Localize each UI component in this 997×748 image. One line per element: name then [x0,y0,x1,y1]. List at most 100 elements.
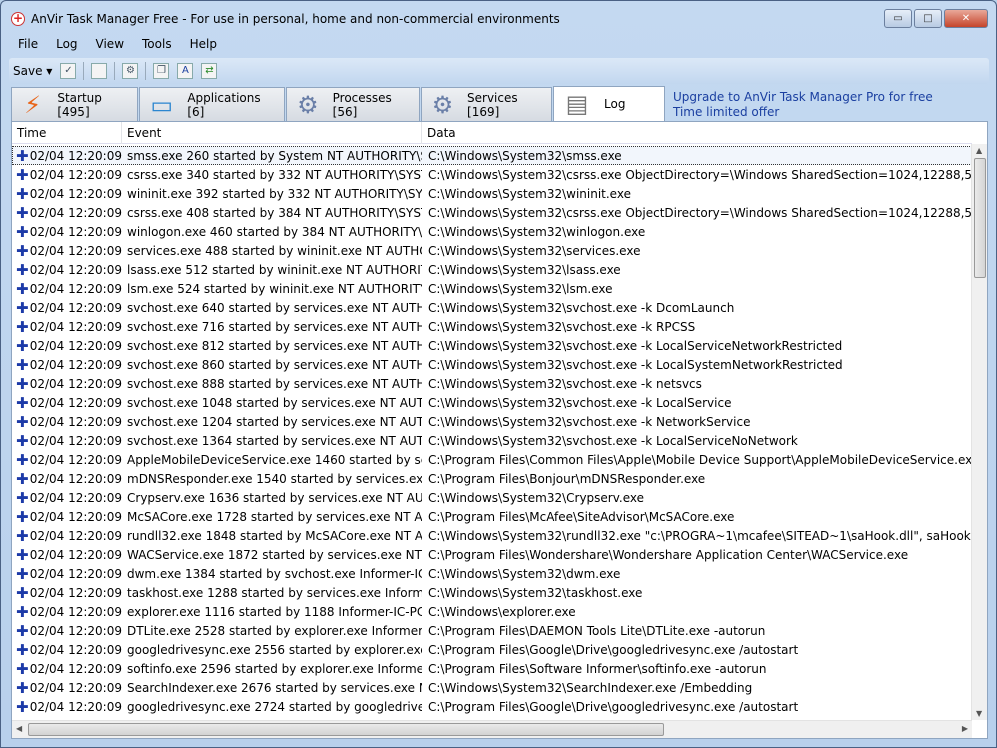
minimize-button[interactable]: ▭ [884,9,912,28]
event-cell: svchost.exe 640 started by services.exe … [127,300,422,315]
time-value: 02/04 12:20:09 [29,167,122,182]
table-row[interactable]: ✚ 02/04 12:20:09 svchost.exe 888 started b… [12,374,972,393]
scroll-right-icon[interactable]: ▶ [962,724,968,733]
menu-help[interactable]: Help [181,37,226,51]
scroll-up-icon[interactable]: ▲ [976,146,982,155]
table-row[interactable]: ✚ 02/04 12:20:09 winlogon.exe 460 started … [12,222,972,241]
save-button[interactable]: Save ▼ [13,64,52,78]
table-row[interactable]: ✚ 02/04 12:20:09 svchost.exe 1048 started … [12,393,972,412]
time-cell: ✚ 02/04 12:20:09 [12,319,122,334]
menu-tools[interactable]: Tools [133,37,181,51]
event-cell: lsm.exe 524 started by wininit.exe NT AU… [127,281,422,296]
close-button[interactable]: ✕ [944,9,988,28]
data-cell: C:\Windows\System32\dwm.exe [428,566,621,581]
table-row[interactable]: ✚ 02/04 12:20:09 taskhost.exe 1288 started… [12,583,972,602]
scroll-left-icon[interactable]: ◀ [16,724,22,733]
time-cell: ✚ 02/04 12:20:09 [12,490,122,505]
event-cell: smss.exe 260 started by System NT AUTHOR… [127,148,422,163]
table-row[interactable]: ✚ 02/04 12:20:09 svchost.exe 860 started b… [12,355,972,374]
plus-icon: ✚ [16,260,29,279]
time-value: 02/04 12:20:09 [29,357,122,372]
table-row[interactable]: ✚ 02/04 12:20:09 csrss.exe 340 started by … [12,165,972,184]
table-row[interactable]: ✚ 02/04 12:20:09 googledrivesync.exe 2556 … [12,640,972,659]
table-row[interactable]: ✚ 02/04 12:20:09 DTLite.exe 2528 started b… [12,621,972,640]
table-row[interactable]: ✚ 02/04 12:20:09 svchost.exe 640 started b… [12,298,972,317]
upgrade-link[interactable]: Upgrade to AnVir Task Manager Pro for fr… [673,90,933,120]
settings-icon[interactable]: ⚙ [122,63,139,79]
tab-processes[interactable]: ⚙ Processes [56] [286,87,420,121]
menu-log[interactable]: Log [47,37,86,51]
new-document-icon[interactable] [91,63,108,79]
tab-label: Services [169] [467,90,518,119]
table-row[interactable]: ✚ 02/04 12:20:09 svchost.exe 1204 started … [12,412,972,431]
event-cell: winlogon.exe 460 started by 384 NT AUTHO… [127,224,422,239]
tab-startup[interactable]: ⚡ Startup [495] [11,87,138,121]
checklist-icon[interactable]: ✓ [60,63,77,79]
table-row[interactable]: ✚ 02/04 12:20:09 services.exe 488 started … [12,241,972,260]
time-value: 02/04 12:20:09 [29,376,122,391]
list-rows: ✚ 02/04 12:20:09 smss.exe 260 started by S… [12,146,972,720]
plus-icon: ✚ [16,146,29,165]
event-cell: McSACore.exe 1728 started by services.ex… [127,509,422,524]
table-row[interactable]: ✚ 02/04 12:20:09 lsass.exe 512 started by … [12,260,972,279]
horizontal-scroll-thumb[interactable] [28,723,664,736]
separator [83,62,85,80]
table-row[interactable]: ✚ 02/04 12:20:09 lsm.exe 524 started by wi… [12,279,972,298]
tab-label: Startup [495] [57,90,102,119]
column-event[interactable]: Event [122,122,422,144]
data-cell: C:\Program Files\Wondershare\Wondershare… [428,547,909,562]
table-row[interactable]: ✚ 02/04 12:20:09 softinfo.exe 2596 started… [12,659,972,678]
table-row[interactable]: ✚ 02/04 12:20:09 svchost.exe 1364 started … [12,431,972,450]
table-row[interactable]: ✚ 02/04 12:20:09 Crypserv.exe 1636 started… [12,488,972,507]
maximize-button[interactable]: □ [914,9,942,28]
time-value: 02/04 12:20:09 [29,224,122,239]
plus-icon: ✚ [16,450,29,469]
table-row[interactable]: ✚ 02/04 12:20:09 csrss.exe 408 started by … [12,203,972,222]
table-row[interactable]: ✚ 02/04 12:20:09 SearchIndexer.exe 2676 st… [12,678,972,697]
table-row[interactable]: ✚ 02/04 12:20:09 svchost.exe 812 started b… [12,336,972,355]
plus-icon: ✚ [16,583,29,602]
table-row[interactable]: ✚ 02/04 12:20:09 McSACore.exe 1728 started… [12,507,972,526]
refresh-icon[interactable]: ⇄ [201,63,218,79]
copy-icon[interactable]: ❐ [153,63,170,79]
time-cell: ✚ 02/04 12:20:09 [12,205,122,220]
time-value: 02/04 12:20:09 [29,148,122,163]
table-row[interactable]: ✚ 02/04 12:20:09 rundll32.exe 1848 started… [12,526,972,545]
table-row[interactable]: ✚ 02/04 12:20:09 dwm.exe 1384 started by s… [12,564,972,583]
data-cell: C:\Windows\System32\svchost.exe -k Local… [428,338,843,353]
tab-label: Applications [6] [187,90,261,119]
menu-file[interactable]: File [9,37,47,51]
tab-services[interactable]: ⚙ Services [169] [421,87,552,121]
time-value: 02/04 12:20:09 [29,338,122,353]
data-cell: C:\Windows\System32\taskhost.exe [428,585,643,600]
table-row[interactable]: ✚ 02/04 12:20:09 explorer.exe 1116 started… [12,602,972,621]
time-value: 02/04 12:20:09 [29,395,122,410]
table-row[interactable]: ✚ 02/04 12:20:09 googledrivesync.exe 2724 … [12,697,972,716]
scroll-down-icon[interactable]: ▼ [976,709,982,718]
window-title: AnVir Task Manager Free - For use in per… [31,12,560,26]
time-value: 02/04 12:20:09 [29,547,122,562]
table-row[interactable]: ✚ 02/04 12:20:09 mDNSResponder.exe 1540 st… [12,469,972,488]
tab-log[interactable]: ▤ Log [553,86,665,121]
table-row[interactable]: ✚ 02/04 12:20:09 WACService.exe 1872 start… [12,545,972,564]
data-cell: C:\Windows\explorer.exe [428,604,576,619]
plus-icon: ✚ [16,336,29,355]
data-cell: C:\Windows\System32\svchost.exe -k Local… [428,395,732,410]
tab-label: Processes [56] [332,90,392,119]
table-row[interactable]: ✚ 02/04 12:20:09 wininit.exe 392 started b… [12,184,972,203]
vertical-scroll-thumb[interactable] [974,158,986,278]
find-icon[interactable]: A [177,63,194,79]
table-row[interactable]: ✚ 02/04 12:20:09 AppleMobileDeviceService.… [12,450,972,469]
time-value: 02/04 12:20:09 [29,604,122,619]
column-time[interactable]: Time [12,122,122,144]
time-cell: ✚ 02/04 12:20:09 [12,336,122,355]
table-row[interactable]: ✚ 02/04 12:20:09 smss.exe 260 started by S… [12,146,972,165]
menu-view[interactable]: View [87,37,133,51]
tab-applications[interactable]: ▭ Applications [6] [139,87,285,121]
vertical-scrollbar[interactable]: ▲ ▼ [971,144,987,720]
table-row[interactable]: ✚ 02/04 12:20:09 svchost.exe 716 started b… [12,317,972,336]
horizontal-scrollbar[interactable]: ◀ ▶ [12,720,972,738]
data-cell: C:\Windows\System32\winlogon.exe [428,224,646,239]
time-cell: ✚ 02/04 12:20:09 [12,547,122,562]
column-data[interactable]: Data [422,122,972,144]
